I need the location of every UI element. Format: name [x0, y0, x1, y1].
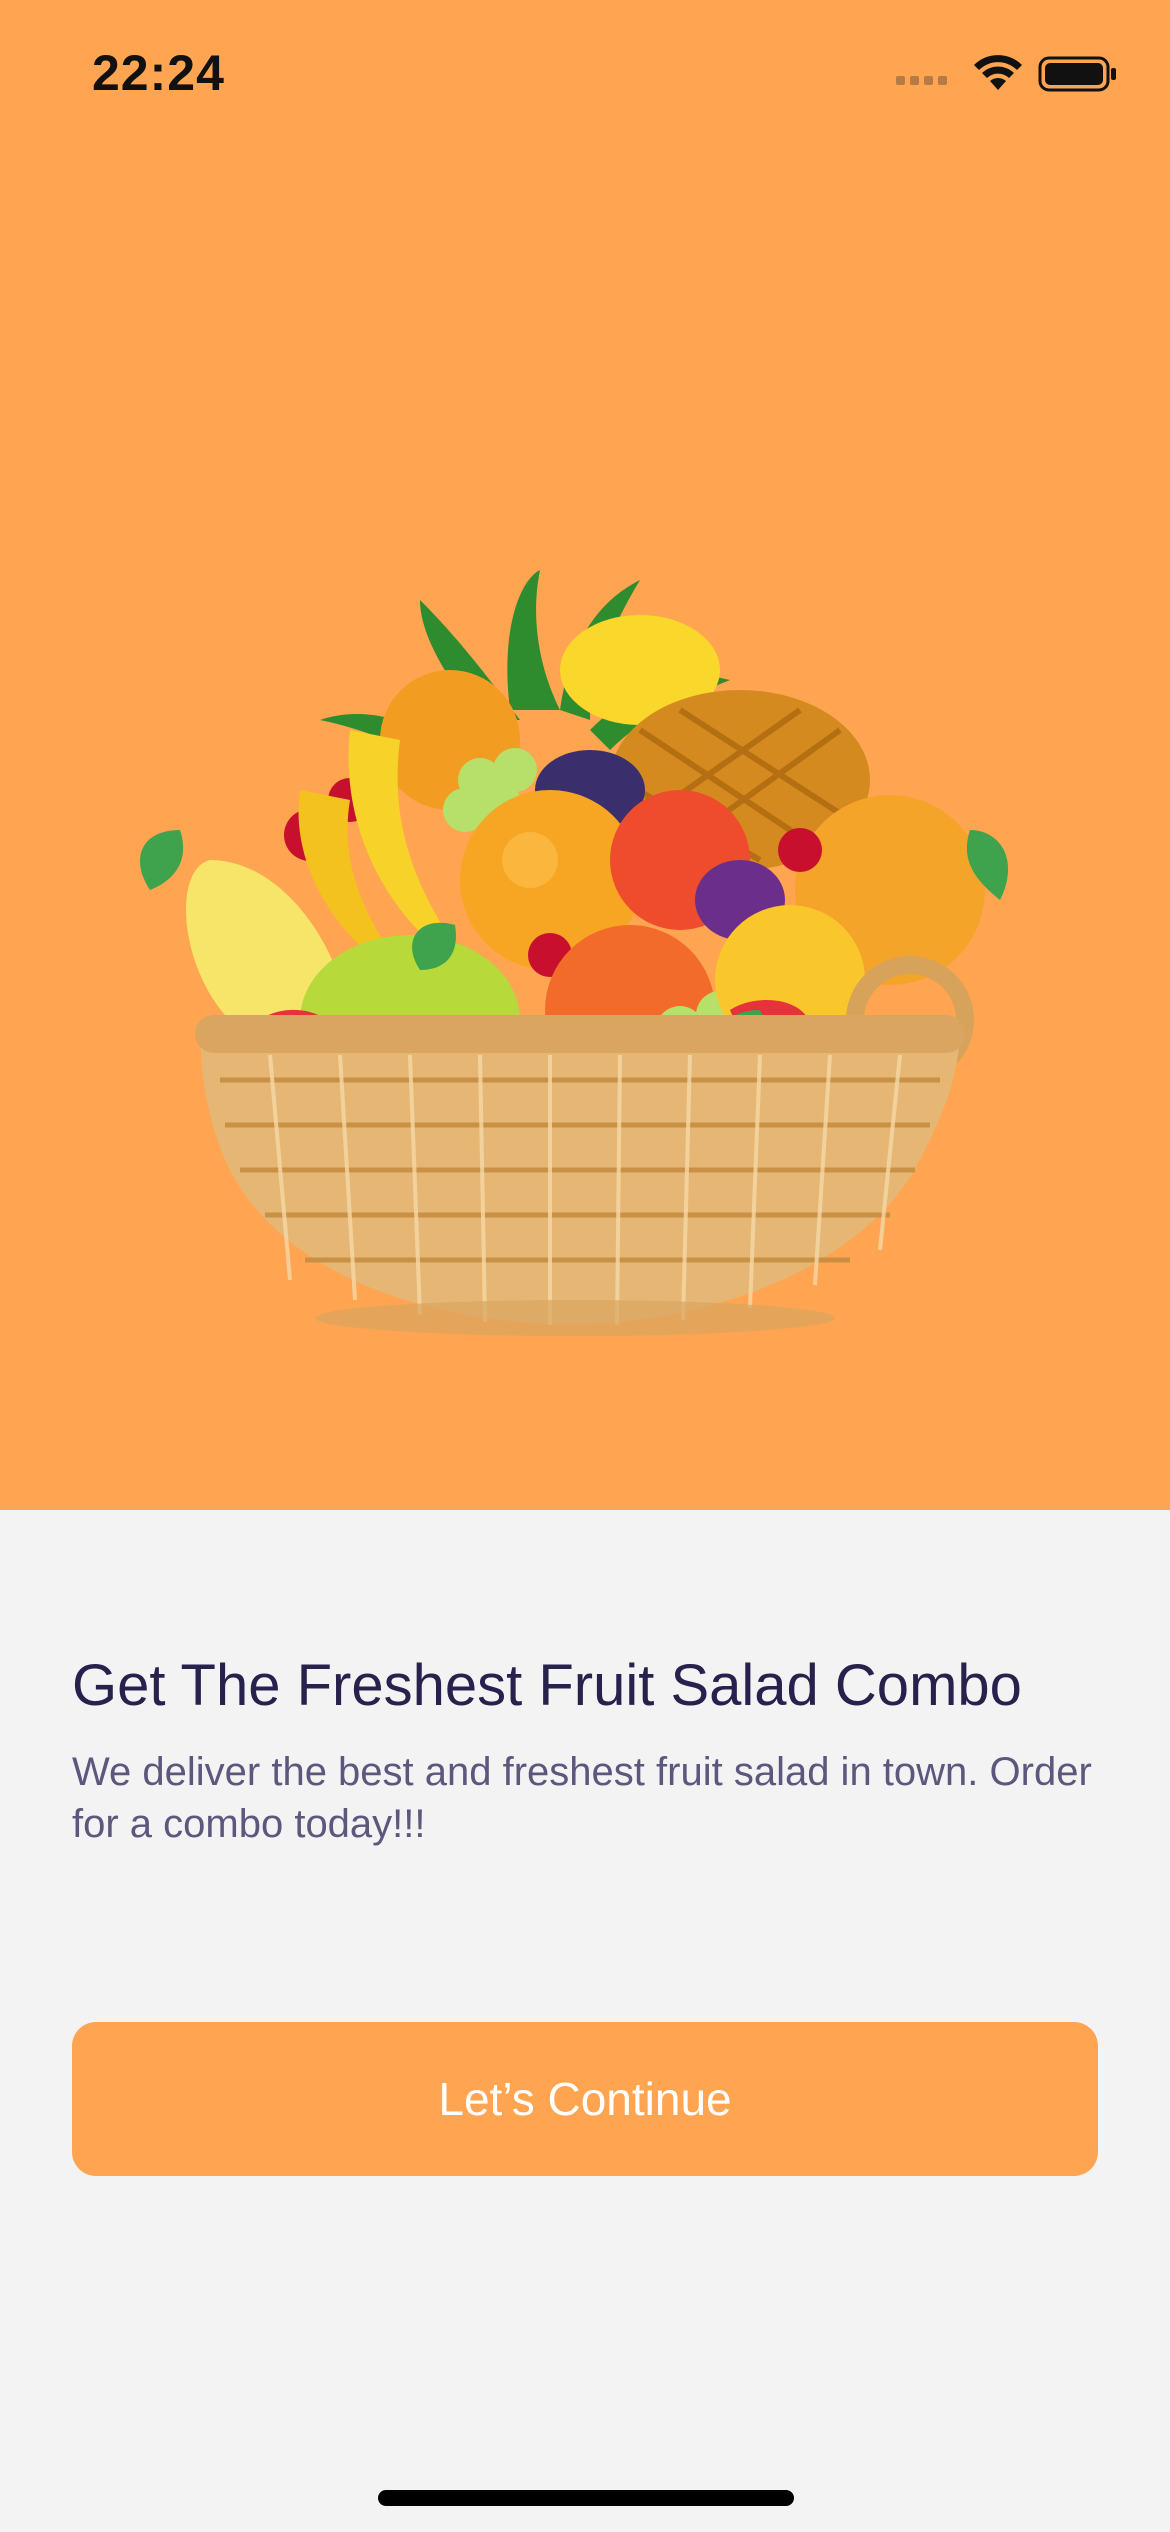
- status-time: 22:24: [92, 45, 225, 101]
- wifi-icon: [974, 55, 1022, 90]
- fruit-basket-illustration: [140, 570, 1009, 1336]
- status-bar: 22:24: [0, 0, 1170, 150]
- signal-icon: [896, 76, 947, 85]
- continue-button[interactable]: Let’s Continue: [72, 2022, 1098, 2176]
- onboarding-content: Get The Freshest Fruit Salad Combo We de…: [72, 1648, 1098, 1850]
- home-indicator[interactable]: [378, 2490, 794, 2506]
- battery-icon: [1038, 56, 1116, 92]
- page-title: Get The Freshest Fruit Salad Combo: [72, 1653, 1022, 1718]
- page-description: We deliver the best and freshest fruit s…: [72, 1750, 1092, 1846]
- hero-banner: 22:24: [0, 0, 1170, 1510]
